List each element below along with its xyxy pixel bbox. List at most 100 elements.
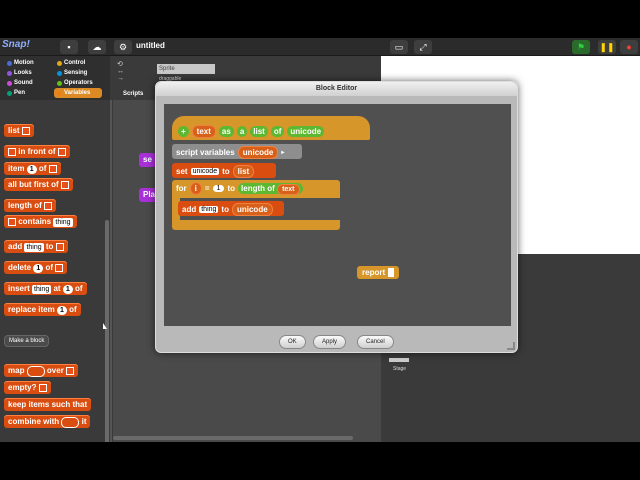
prototype-part[interactable]: list [250, 126, 268, 137]
palette-delete-block[interactable]: delete 1 of [4, 261, 68, 274]
list-slot [44, 201, 53, 210]
palette-list-block[interactable]: list [4, 124, 34, 137]
item-index-slot[interactable]: 1 [33, 264, 44, 273]
list-slot [38, 383, 47, 392]
thing-slot[interactable]: thing [199, 206, 219, 213]
category-sensing[interactable]: Sensing [54, 68, 102, 78]
block-label: it [81, 417, 87, 426]
for-start-slot[interactable]: 1 [212, 185, 225, 192]
block-palette: list in front of item 1 of all but first… [0, 100, 112, 442]
block-label: list [8, 126, 20, 135]
variable-unicode[interactable]: unicode [237, 146, 279, 159]
prototype-part[interactable]: of [270, 126, 285, 137]
block-label: = [204, 184, 210, 193]
script-block-partial[interactable]: se [139, 153, 156, 167]
expand-arrow-icon[interactable]: ▸ [281, 149, 284, 156]
thing-slot[interactable]: thing [53, 218, 73, 227]
prototype-input-text[interactable]: text [191, 125, 216, 138]
prototype-part[interactable]: as [218, 126, 234, 137]
category-control[interactable]: Control [54, 58, 102, 68]
category-selector: Motion Control Looks Sensing Sound Opera… [0, 56, 110, 100]
palette-scrollbar[interactable] [105, 220, 109, 442]
sprite-name-field[interactable]: Sprite [157, 64, 215, 74]
prototype-part[interactable]: unicode [287, 126, 325, 137]
snap-window: Snap! ▪ ☁ ⚙ untitled ▭ ⤢ ⚑ ❚❚ ● Motion C… [0, 38, 640, 442]
list-slot [8, 217, 16, 226]
fullscreen-icon[interactable]: ⤢ [414, 40, 432, 54]
block-label: length of [8, 201, 42, 210]
block-label: at [53, 284, 61, 293]
pause-icon[interactable]: ❚❚ [598, 40, 616, 54]
ok-button[interactable]: OK [279, 335, 306, 349]
rotation-style-icons[interactable]: ⟲ ↔ → [117, 60, 124, 82]
item-index-slot[interactable]: 1 [26, 165, 37, 174]
report-slot[interactable] [388, 268, 395, 277]
category-looks[interactable]: Looks [4, 68, 52, 78]
thing-slot[interactable]: thing [32, 285, 52, 294]
block-label: empty? [8, 383, 37, 392]
thing-slot[interactable]: thing [24, 243, 44, 252]
script-variables-row: script variables unicode ▸ [176, 146, 284, 159]
palette-length-of-block[interactable]: length of [4, 199, 57, 212]
mouse-cursor [103, 323, 107, 329]
palette-in-front-of-block[interactable]: in front of [4, 145, 70, 158]
add-row: add thing to unicode [182, 203, 273, 216]
stage-thumbnail[interactable] [389, 358, 409, 362]
block-label: of [45, 263, 54, 272]
palette-insert-block[interactable]: insert thing at 1 of [4, 282, 87, 295]
ring-slot[interactable] [26, 366, 45, 377]
block-editor-canvas[interactable]: + text as a list of unicode script varia… [164, 104, 511, 326]
snap-logo[interactable]: Snap! [2, 39, 30, 55]
palette-add-block[interactable]: add thing to [4, 240, 68, 253]
palette-combine-block[interactable]: combine with it [4, 415, 91, 428]
category-pen[interactable]: Pen [4, 88, 52, 98]
category-motion[interactable]: Motion [4, 58, 52, 68]
block-label: all but first of [8, 180, 59, 189]
text-variable[interactable]: text [277, 184, 300, 195]
category-sound[interactable]: Sound [4, 78, 52, 88]
palette-contains-block[interactable]: contains thing [4, 215, 77, 228]
scripts-scrollbar[interactable] [113, 436, 353, 440]
ring-slot[interactable] [61, 417, 80, 428]
loop-variable-i[interactable]: i [189, 182, 202, 195]
dialog-title[interactable]: Block Editor [156, 82, 517, 96]
stage-size-icon[interactable]: ▭ [390, 40, 408, 54]
category-operators[interactable]: Operators [54, 78, 102, 88]
prototype-part[interactable]: a [236, 126, 248, 137]
cloud-icon[interactable]: ☁ [88, 40, 106, 54]
set-variable-dropdown[interactable]: unicode [190, 168, 220, 175]
unicode-variable[interactable]: unicode [231, 203, 273, 216]
apply-button[interactable]: Apply [313, 335, 347, 349]
palette-empty-block[interactable]: empty? [4, 381, 51, 394]
prototype-part[interactable]: + [178, 126, 189, 137]
resize-handle[interactable] [507, 342, 515, 350]
settings-gear-icon[interactable]: ⚙ [114, 40, 132, 54]
palette-map-block[interactable]: map over [4, 364, 79, 377]
block-label: replace item [8, 305, 55, 314]
item-index-slot[interactable]: 1 [62, 285, 73, 294]
list-reporter[interactable]: list [232, 165, 255, 178]
list-slot [60, 180, 69, 189]
cancel-button[interactable]: Cancel [357, 335, 394, 349]
block-label: to [227, 184, 236, 193]
block-editor-dialog: Block Editor + text as a list of unicode… [155, 81, 518, 353]
block-label: combine with [8, 417, 60, 426]
item-index-slot[interactable]: 1 [56, 306, 67, 315]
block-label: map [8, 366, 25, 375]
palette-item-of-block[interactable]: item 1 of [4, 162, 61, 175]
block-label: add [8, 242, 23, 251]
palette-keep-items-block[interactable]: keep items such that [4, 398, 92, 411]
block-label: to [45, 242, 54, 251]
green-flag-icon[interactable]: ⚑ [572, 40, 590, 54]
category-variables[interactable]: Variables [54, 88, 102, 98]
block-label: for [176, 184, 187, 193]
stop-icon[interactable]: ● [620, 40, 638, 54]
palette-all-but-first-block[interactable]: all but first of [4, 178, 73, 191]
report-block[interactable]: report [357, 266, 400, 279]
make-a-block-button[interactable]: Make a block [4, 335, 50, 347]
length-of-reporter[interactable]: length of text [238, 183, 303, 195]
file-icon[interactable]: ▪ [60, 40, 78, 54]
palette-replace-item-block[interactable]: replace item 1 of [4, 303, 81, 316]
block-prototype[interactable]: + text as a list of unicode [178, 125, 325, 138]
tab-scripts[interactable]: Scripts [123, 91, 143, 97]
